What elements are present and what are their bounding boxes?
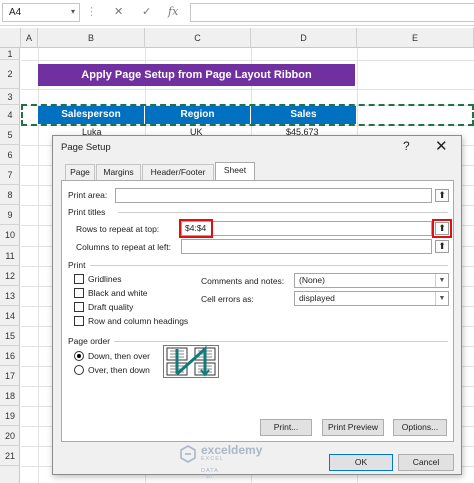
print-section: Print [68, 260, 86, 270]
cancel-icon[interactable]: ✕ [114, 5, 123, 18]
black-white-checkbox[interactable] [74, 288, 84, 298]
watermark-name: exceldemy [201, 443, 263, 457]
print-area-input[interactable] [115, 188, 432, 203]
column-header-a[interactable]: A [21, 28, 38, 48]
sheet-title-banner[interactable]: Apply Page Setup from Page Layout Ribbon [38, 64, 355, 86]
row-header-1[interactable]: 1 [0, 48, 20, 60]
column-header-e[interactable]: E [357, 28, 474, 48]
column-headers: A B C D E [0, 28, 474, 48]
chevron-down-icon[interactable]: ▾ [71, 7, 75, 16]
cols-repeat-input[interactable] [181, 239, 432, 254]
more-options-icon: ⋮ [86, 6, 97, 18]
cell-errors-label: Cell errors as: [201, 294, 254, 304]
over-then-down-label[interactable]: Over, then down [88, 365, 150, 375]
row-header-20[interactable]: 20 [0, 426, 20, 446]
row-header-13[interactable]: 13 [0, 286, 20, 306]
row-header-15[interactable]: 15 [0, 326, 20, 346]
draft-quality-label[interactable]: Draft quality [88, 302, 133, 312]
insert-function-icon[interactable]: fx [168, 5, 178, 18]
close-icon[interactable]: ✕ [435, 137, 448, 155]
tab-sheet[interactable]: Sheet [215, 162, 255, 181]
select-all-corner[interactable] [0, 28, 21, 48]
cols-repeat-label: Columns to repeat at left: [76, 242, 171, 252]
row-header-14[interactable]: 14 [0, 306, 20, 326]
cell-errors-dropdown[interactable]: displayed ▼ [294, 291, 449, 306]
section-divider [118, 212, 448, 213]
row-header-4[interactable]: 4 [0, 105, 20, 125]
row-header-5[interactable]: 5 [0, 125, 20, 145]
chevron-down-icon[interactable]: ▼ [435, 292, 448, 305]
collapse-dialog-icon[interactable]: ⬆ [435, 189, 449, 202]
print-button[interactable]: Print... [260, 419, 312, 436]
row-header-16[interactable]: 16 [0, 346, 20, 366]
column-header-d[interactable]: D [251, 28, 357, 48]
print-area-label-text: Print area: [68, 190, 108, 200]
row-header-12[interactable]: 12 [0, 266, 20, 286]
watermark-tagline: EXCEL · DATA · BI [201, 456, 224, 480]
rows-repeat-input[interactable]: $4:$4 [181, 221, 432, 236]
column-header-c[interactable]: C [145, 28, 251, 48]
page-order-section: Page order [68, 336, 111, 346]
row-header-7[interactable]: 7 [0, 165, 20, 185]
row-header-9[interactable]: 9 [0, 205, 20, 225]
chevron-down-icon[interactable]: ▼ [435, 274, 448, 287]
dialog-title: Page Setup [61, 142, 111, 153]
formula-bar: A4 ▾ ⋮ ✕ ✓ fx [0, 0, 474, 26]
cell-errors-value: displayed [299, 293, 335, 303]
row-headers: 1 2 3 4 5 6 7 8 9 10 11 12 13 14 15 16 1… [0, 48, 20, 483]
comments-label: Comments and notes: [201, 276, 285, 286]
row-header-8[interactable]: 8 [0, 185, 20, 205]
column-header-b[interactable]: B [38, 28, 145, 48]
print-area-label: Print area: [68, 190, 107, 200]
row-header-21[interactable]: 21 [0, 446, 20, 466]
black-white-label[interactable]: Black and white [88, 288, 148, 298]
tab-page[interactable]: Page [65, 164, 95, 180]
down-then-over-label[interactable]: Down, then over [88, 351, 150, 361]
comments-dropdown[interactable]: (None) ▼ [294, 273, 449, 288]
options-button[interactable]: Options... [393, 419, 447, 436]
row-header-10[interactable]: 10 [0, 225, 20, 246]
print-titles-section: Print titles [68, 207, 106, 217]
row-header-19[interactable]: 19 [0, 406, 20, 426]
page-setup-dialog: Page Setup ? ✕ Page Margins Header/Foote… [52, 135, 462, 475]
exceldemy-logo-icon [180, 445, 196, 463]
row-col-headings-label[interactable]: Row and column headings [88, 316, 188, 326]
row-col-headings-checkbox[interactable] [74, 316, 84, 326]
name-box-value: A4 [9, 7, 22, 18]
row-header-11[interactable]: 11 [0, 246, 20, 266]
row-header-18[interactable]: 18 [0, 386, 20, 406]
help-icon[interactable]: ? [403, 139, 410, 153]
ok-button[interactable]: OK [329, 454, 393, 471]
name-box[interactable]: A4 ▾ [2, 3, 80, 22]
picker-highlight [432, 219, 452, 238]
page-order-preview-icon [163, 345, 219, 378]
row-header-6[interactable]: 6 [0, 145, 20, 165]
down-then-over-radio[interactable] [74, 351, 84, 361]
rows-value-highlight [179, 219, 213, 238]
tab-header-footer[interactable]: Header/Footer [142, 164, 214, 180]
enter-icon[interactable]: ✓ [142, 5, 151, 18]
comments-value: (None) [299, 275, 325, 285]
draft-quality-checkbox[interactable] [74, 302, 84, 312]
row-header-3[interactable]: 3 [0, 89, 20, 105]
gridlines-checkbox[interactable] [74, 274, 84, 284]
gridlines-label[interactable]: Gridlines [88, 274, 122, 284]
formula-input[interactable] [190, 3, 474, 22]
over-then-down-radio[interactable] [74, 365, 84, 375]
row-header-17[interactable]: 17 [0, 366, 20, 386]
print-preview-button[interactable]: Print Preview [322, 419, 384, 436]
tab-margins[interactable]: Margins [96, 164, 141, 180]
cancel-button[interactable]: Cancel [398, 454, 454, 471]
row-header-2[interactable]: 2 [0, 60, 20, 89]
print-titles-marquee [21, 104, 474, 126]
sheet-tab-panel: Print area: ⬆ Print titles Rows to repea… [61, 180, 454, 442]
collapse-dialog-icon[interactable]: ⬆ [435, 240, 449, 253]
section-divider [90, 265, 448, 266]
rows-repeat-label: Rows to repeat at top: [76, 224, 160, 234]
section-divider [114, 341, 448, 342]
